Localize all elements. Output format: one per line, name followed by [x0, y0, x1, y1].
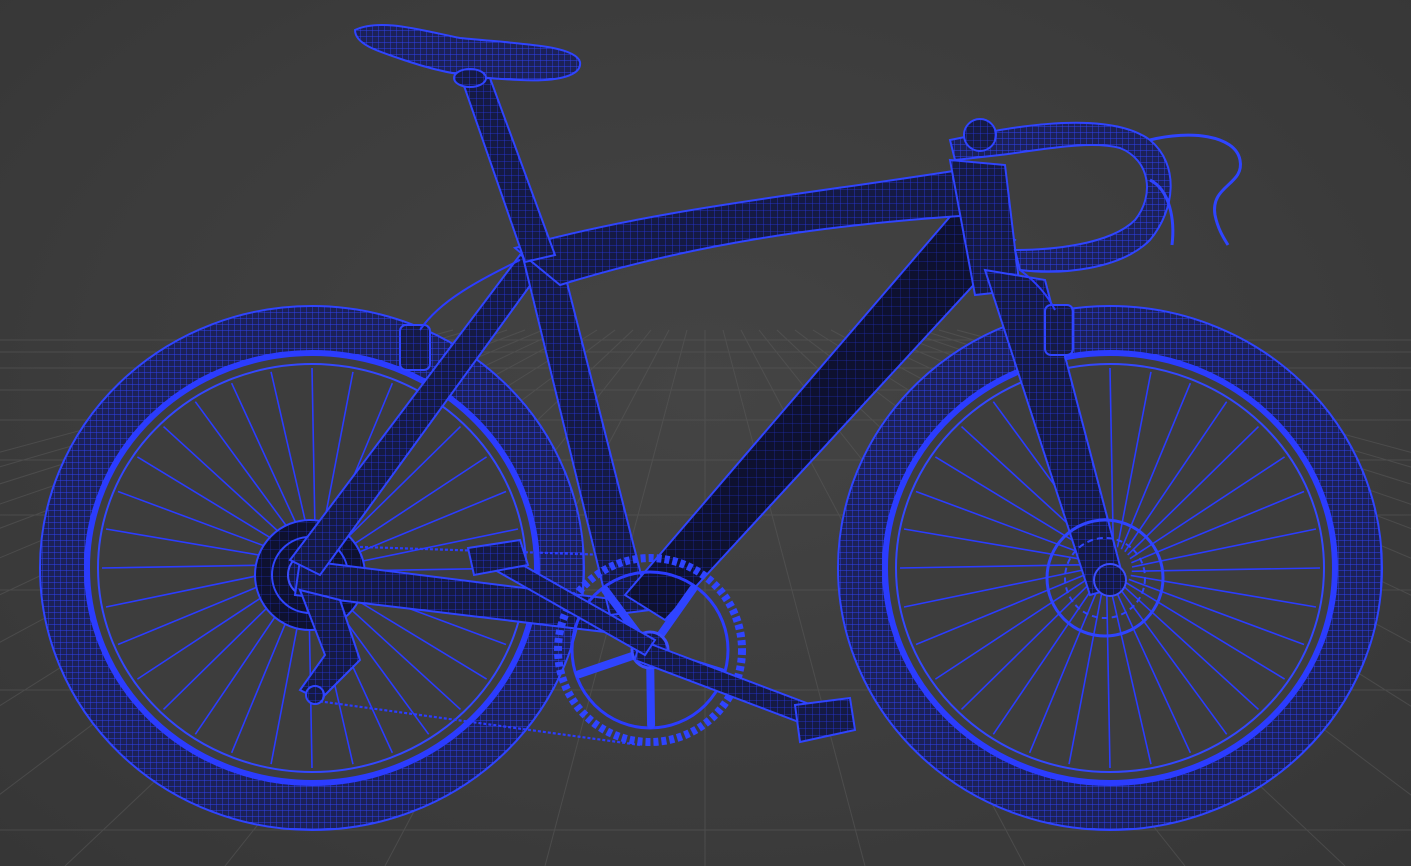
seatpost-icon: [460, 76, 557, 264]
3d-viewport[interactable]: [0, 0, 1411, 866]
viewport-scene[interactable]: [0, 0, 1411, 866]
saddle-icon[interactable]: [353, 23, 582, 88]
brake-lever-icon[interactable]: [1149, 133, 1242, 246]
